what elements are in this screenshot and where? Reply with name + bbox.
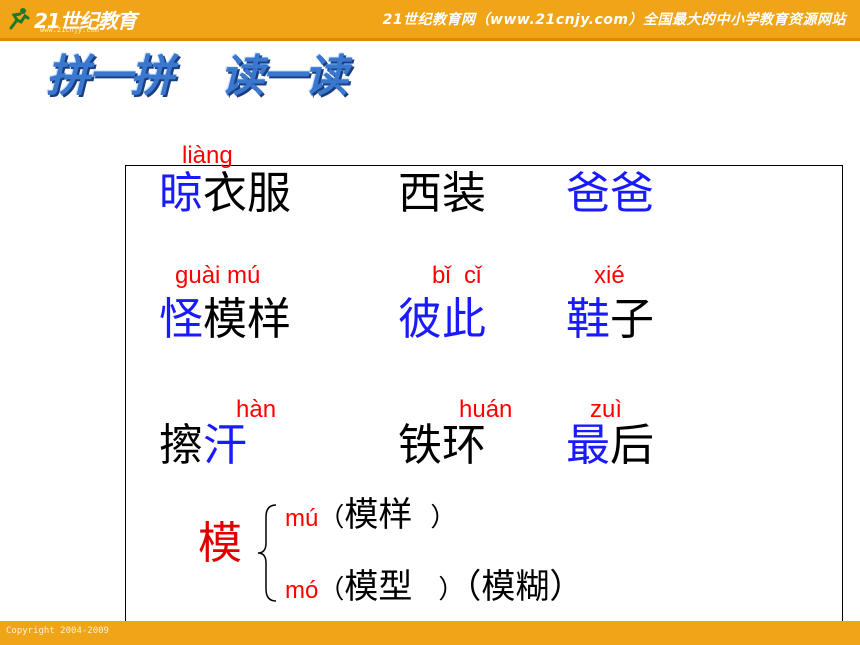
reading-mu-line: mú（模样） (285, 495, 457, 535)
logo-url: www.21cnjy.com (40, 26, 100, 34)
word-baba: 爸爸 (566, 168, 654, 219)
copyright-text: Copyright 2004-2009 (6, 626, 109, 636)
reading-mu-pinyin: mú (285, 505, 319, 532)
title-part2: 读一读 (220, 51, 348, 102)
pinyin-bici: bǐ cǐ (432, 262, 482, 289)
word-tiehuan: 铁环 (398, 420, 486, 471)
reading-mu-word: 模样 (344, 495, 413, 535)
page-title: 拼一拼 读一读 (46, 40, 348, 104)
word-xizhuang: 西装 (398, 168, 486, 219)
word-liang-yifu: 晾衣服 (159, 168, 291, 219)
site-slogan: 21世纪教育网（www.21cnjy.com）全国最大的中小学教育资源网站 (382, 12, 846, 28)
word-cahan: 擦汗 (159, 420, 247, 471)
polyphone-char: 模 (198, 518, 242, 569)
curly-brace-icon (257, 504, 277, 602)
pinyin-liang: liàng (182, 142, 233, 169)
reading-mo-line: mó（模型 ）（模糊） (285, 567, 584, 607)
title-part1: 拼一拼 (46, 51, 174, 102)
runner-logo-icon (6, 6, 32, 32)
word-zuihou: 最后 (566, 420, 654, 471)
word-guaimuyang: 怪模样 (159, 294, 291, 345)
pinyin-xie: xié (594, 262, 625, 289)
pinyin-guaimu: guài mú (175, 262, 261, 289)
footer-bar (0, 621, 860, 645)
reading-mo-word: 模型 (344, 567, 413, 607)
word-bici: 彼此 (398, 294, 486, 345)
reading-mo-extra: （模糊） (464, 567, 584, 607)
word-xiezi: 鞋子 (566, 294, 654, 345)
reading-mo-pinyin: mó (285, 577, 319, 604)
